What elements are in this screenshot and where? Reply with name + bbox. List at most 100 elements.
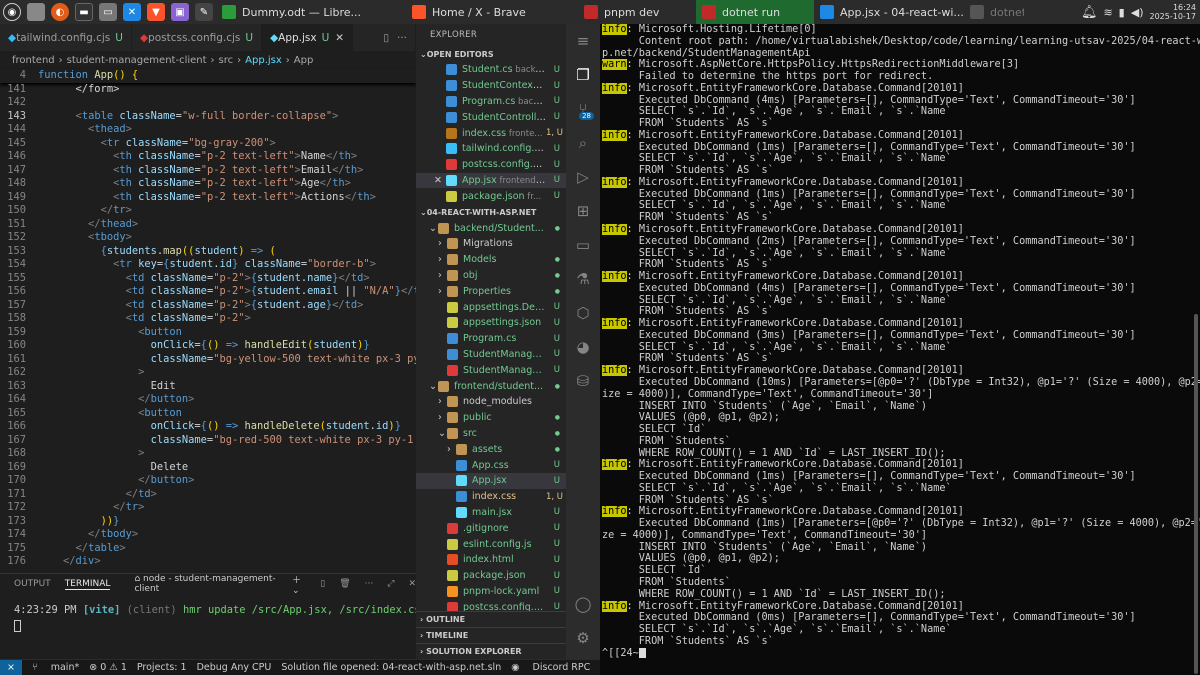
- code-line[interactable]: 148 <th className="p-2 text-left">Age</t…: [0, 177, 416, 191]
- open-editor-item[interactable]: Program.cs backe... U: [416, 94, 566, 110]
- maximize-icon[interactable]: ⤢: [387, 579, 394, 589]
- split-icon[interactable]: ▯: [320, 579, 325, 589]
- open-editor-item[interactable]: postcss.config.cjs... U: [416, 157, 566, 173]
- code-line[interactable]: 152 <tbody>: [0, 231, 416, 245]
- branch-indicator[interactable]: ⑂ main*: [32, 662, 79, 673]
- build-config[interactable]: Debug Any CPU: [197, 662, 272, 673]
- more-actions-icon[interactable]: ···: [397, 32, 407, 44]
- bell-icon[interactable]: 🔔︎: [1081, 5, 1098, 20]
- code-line[interactable]: 169 Delete: [0, 461, 416, 475]
- code-line[interactable]: 161 className="bg-yellow-500 text-white …: [0, 353, 416, 367]
- run-debug-icon[interactable]: ▷: [566, 160, 600, 194]
- folder-item[interactable]: › obj ●: [416, 268, 566, 284]
- code-line[interactable]: 170 </button>: [0, 474, 416, 488]
- tab-output[interactable]: OUTPUT: [14, 579, 51, 589]
- brave-icon[interactable]: ▼: [147, 3, 165, 21]
- menu-icon[interactable]: ≡: [566, 24, 600, 58]
- code-area[interactable]: 4 function App() { 141 </form> 142 143 <tab…: [0, 69, 416, 569]
- vscode-icon[interactable]: ✕: [123, 3, 141, 21]
- open-editor-item[interactable]: package.json fr... U: [416, 188, 566, 204]
- discord-indicator[interactable]: ◉ Discord RPC: [511, 662, 590, 673]
- tab-tailwind-config-cjs[interactable]: ◆ tailwind.config.cjs U: [0, 24, 132, 51]
- firefox-icon[interactable]: ◐: [51, 3, 69, 21]
- code-line[interactable]: 165 <button: [0, 407, 416, 421]
- folder-item[interactable]: › Migrations: [416, 236, 566, 252]
- file-item[interactable]: index.css 1, U: [416, 489, 566, 505]
- database-icon[interactable]: ⛁: [566, 364, 600, 398]
- code-line[interactable]: 150 </tr>: [0, 204, 416, 218]
- trash-icon[interactable]: 🗑︎: [339, 579, 350, 589]
- more-icon[interactable]: ···: [365, 579, 374, 589]
- code-line[interactable]: 174 </tbody>: [0, 528, 416, 542]
- sticky-scroll-line[interactable]: 4 function App() {: [0, 69, 416, 83]
- open-editor-item[interactable]: index.css fronte... 1, U: [416, 125, 566, 141]
- volume-icon[interactable]: ◀): [1131, 6, 1144, 19]
- taskbar-item[interactable]: Dummy.odt — Libre...: [216, 0, 406, 24]
- code-line[interactable]: 172 </tr>: [0, 501, 416, 515]
- containers-icon[interactable]: ⬡: [566, 296, 600, 330]
- code-line[interactable]: 143 <table className="w-full border-coll…: [0, 110, 416, 124]
- account-icon[interactable]: ◯: [566, 587, 600, 621]
- source-control-icon[interactable]: ⑂ 28: [566, 92, 600, 126]
- taskbar-item[interactable]: Home / X - Brave: [406, 0, 578, 24]
- code-line[interactable]: 144 <thead>: [0, 123, 416, 137]
- code-line[interactable]: 154 <tr key={student.id} className="bord…: [0, 258, 416, 272]
- tab-postcss-config-cjs[interactable]: ◆ postcss.config.cjs U: [132, 24, 263, 51]
- open-editor-item[interactable]: StudentContext.c... U: [416, 78, 566, 94]
- breadcrumb-item[interactable]: student-management-client: [67, 55, 207, 66]
- project-section[interactable]: ⌄ 04-REACT-WITH-ASP.NET: [416, 204, 566, 220]
- close-tab-icon[interactable]: ✕: [335, 32, 344, 44]
- folder-item[interactable]: › node_modules: [416, 394, 566, 410]
- folder-item[interactable]: › public ●: [416, 410, 566, 426]
- code-line[interactable]: 147 <th className="p-2 text-left">Email<…: [0, 164, 416, 178]
- code-line[interactable]: 166 onClick={() => handleDelete(student.…: [0, 420, 416, 434]
- code-line[interactable]: 141 </form>: [0, 83, 416, 97]
- open-editor-item[interactable]: tailwind.config.cj... U: [416, 141, 566, 157]
- code-line[interactable]: 145 <tr className="bg-gray-200">: [0, 137, 416, 151]
- open-editor-item[interactable]: ✕ App.jsx frontend/... U: [416, 172, 566, 189]
- file-item[interactable]: appsettings.Deve... U: [416, 299, 566, 315]
- taskbar-item[interactable]: dotnet run: [964, 0, 1024, 24]
- code-line[interactable]: 168 >: [0, 447, 416, 461]
- dotnet-terminal[interactable]: info: Microsoft.Hosting.Lifetime[0] Cont…: [600, 24, 1200, 675]
- file-item[interactable]: App.jsx U: [416, 472, 566, 489]
- system-menu-icon[interactable]: ◉: [3, 3, 21, 21]
- file-item[interactable]: .gitignore U: [416, 520, 566, 536]
- add-terminal-button[interactable]: ＋⌄: [292, 573, 306, 596]
- terminal-icon[interactable]: ▬: [75, 3, 93, 21]
- timeline-section[interactable]: › TIMELINE: [416, 627, 566, 643]
- code-line[interactable]: 155 <td className="p-2">{student.name}</…: [0, 272, 416, 286]
- code-line[interactable]: 162 >: [0, 366, 416, 380]
- folder-item[interactable]: › Properties ●: [416, 283, 566, 299]
- code-line[interactable]: 173 ))}: [0, 515, 416, 529]
- file-item[interactable]: StudentManage... U: [416, 362, 566, 378]
- code-line[interactable]: 151 </thead>: [0, 218, 416, 232]
- code-line[interactable]: 157 <td className="p-2">{student.age}</t…: [0, 299, 416, 313]
- file-item[interactable]: main.jsx U: [416, 505, 566, 521]
- folder-item[interactable]: › assets ●: [416, 441, 566, 457]
- code-line[interactable]: 149 <th className="p-2 text-left">Action…: [0, 191, 416, 205]
- file-item[interactable]: index.html U: [416, 552, 566, 568]
- code-line[interactable]: 167 className="bg-red-500 text-white px-…: [0, 434, 416, 448]
- remote-explorer-icon[interactable]: ▭: [566, 228, 600, 262]
- breadcrumb-item[interactable]: frontend: [12, 55, 55, 66]
- code-line[interactable]: 158 <td className="p-2">: [0, 312, 416, 326]
- code-line[interactable]: 159 <button: [0, 326, 416, 340]
- search-icon[interactable]: ⌕: [566, 126, 600, 160]
- code-line[interactable]: 153 {students.map((student) => (: [0, 245, 416, 259]
- editor-icon[interactable]: ✎: [195, 3, 213, 21]
- file-item[interactable]: StudentManage... U: [416, 347, 566, 363]
- file-item[interactable]: eslint.config.js U: [416, 536, 566, 552]
- code-line[interactable]: 156 <td className="p-2">{student.email |…: [0, 285, 416, 299]
- file-item[interactable]: pnpm-lock.yaml U: [416, 584, 566, 600]
- files-icon[interactable]: ▭: [99, 3, 117, 21]
- solution-explorer-section[interactable]: › SOLUTION EXPLORER: [416, 643, 566, 659]
- code-line[interactable]: 164 </button>: [0, 393, 416, 407]
- code-line[interactable]: 171 </td>: [0, 488, 416, 502]
- tab-App-jsx[interactable]: ◆ App.jsx U ✕: [262, 24, 354, 51]
- code-line[interactable]: 176 </div>: [0, 555, 416, 569]
- desktop-icon[interactable]: [27, 3, 45, 21]
- code-line[interactable]: 142: [0, 96, 416, 110]
- taskbar-item[interactable]: App.jsx - 04-react-wi...: [814, 0, 964, 24]
- file-item[interactable]: package.json U: [416, 568, 566, 584]
